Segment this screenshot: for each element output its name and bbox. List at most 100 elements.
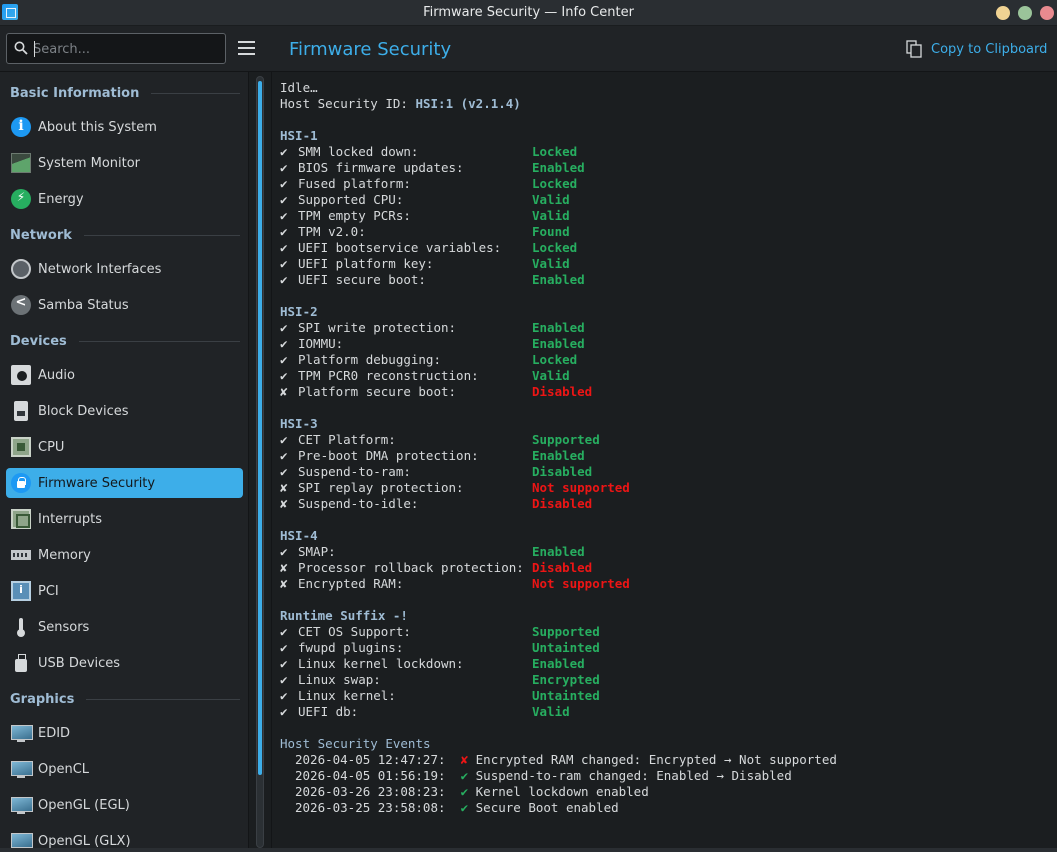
hsi-check-value: Encrypted <box>532 672 600 687</box>
hsi-check-name: BIOS firmware updates: <box>298 160 464 175</box>
sidebar-item-interrupts[interactable]: Interrupts <box>6 504 243 534</box>
hsi-check-row: ✔ BIOS firmware updates: Enabled <box>280 160 1040 176</box>
hsi-check-value: Disabled <box>532 464 593 479</box>
hsi-check-name: TPM PCR0 reconstruction: <box>298 368 479 383</box>
hsi-check-name: Platform secure boot: <box>298 384 457 399</box>
title-bar: Firmware Security — Info Center <box>0 0 1057 26</box>
hsi-check-value: Valid <box>532 208 570 223</box>
hsi-check-name: TPM empty PCRs: <box>298 208 411 223</box>
hsi-check-value: Locked <box>532 144 578 159</box>
check-mark-icon: ✔ <box>280 320 288 335</box>
hsi-check-name: Linux kernel: <box>298 688 396 703</box>
event-message: Kernel lockdown enabled <box>475 784 649 799</box>
sidebar-item-samba-status[interactable]: Samba Status <box>6 290 243 320</box>
copy-icon <box>906 40 922 58</box>
sidebar-item-opencl[interactable]: OpenCL <box>6 754 243 784</box>
check-mark-icon: ✔ <box>280 144 288 159</box>
hsi-check-row: ✘ Suspend-to-idle: Disabled <box>280 496 1040 512</box>
sidebar-item-pci[interactable]: PCI <box>6 576 243 606</box>
hsi-check-value: Enabled <box>532 320 585 335</box>
host-security-id-label: Host Security ID: <box>280 96 416 111</box>
sidebar-item-network-interfaces[interactable]: Network Interfaces <box>6 254 243 284</box>
sidebar-item-about-this-system[interactable]: About this System <box>6 112 243 142</box>
status-text: Idle… <box>280 80 318 95</box>
hsi-check-value: Supported <box>532 432 600 447</box>
hsi-check-row: ✘ Processor rollback protection: Disabled <box>280 560 1040 576</box>
hamburger-menu-icon[interactable] <box>238 41 255 55</box>
hsi-check-row: ✔ SMM locked down: Locked <box>280 144 1040 160</box>
check-mark-icon: ✔ <box>460 768 469 783</box>
hsi-check-value: Valid <box>532 192 570 207</box>
event-row: 2026-03-26 23:08:23: ✔ Kernel lockdown e… <box>295 784 649 800</box>
sidebar-item-system-monitor[interactable]: System Monitor <box>6 148 243 178</box>
sidebar-item-edid[interactable]: EDID <box>6 718 243 748</box>
search-icon <box>14 41 28 55</box>
hsi-check-row: ✔ IOMMU: Enabled <box>280 336 1040 352</box>
check-mark-icon: ✔ <box>460 784 469 799</box>
hsi-check-row: ✔ UEFI platform key: Valid <box>280 256 1040 272</box>
check-mark-icon: ✔ <box>280 624 288 639</box>
hsi-check-row: ✔ Suspend-to-ram: Disabled <box>280 464 1040 480</box>
minimize-button[interactable] <box>996 6 1010 20</box>
hsi-check-name: Encrypted RAM: <box>298 576 404 591</box>
hsi-check-row: ✔ Linux kernel lockdown: Enabled <box>280 656 1040 672</box>
close-button[interactable] <box>1040 6 1054 20</box>
hsi-group-title: HSI-4 <box>280 528 318 543</box>
check-mark-icon: ✔ <box>280 448 288 463</box>
firmware-security-report: Idle… Host Security ID: HSI:1 (v2.1.4) H… <box>271 72 1057 852</box>
interrupts-icon <box>11 509 31 529</box>
hsi-check-row: ✔ CET OS Support: Supported <box>280 624 1040 640</box>
hsi-check-row: ✔ Platform debugging: Locked <box>280 352 1040 368</box>
hsi-group-title: Runtime Suffix -! <box>280 608 408 623</box>
hsi-check-row: ✔ SMAP: Enabled <box>280 544 1040 560</box>
sidebar-item-cpu[interactable]: CPU <box>6 432 243 462</box>
toolbar: Firmware Security Copy to Clipboard <box>0 26 1057 72</box>
hsi-check-row: ✔ Linux swap: Encrypted <box>280 672 1040 688</box>
check-mark-icon: ✔ <box>280 704 288 719</box>
hsi-check-value: Disabled <box>532 496 593 511</box>
check-mark-icon: ✔ <box>280 240 288 255</box>
copy-to-clipboard-button[interactable]: Copy to Clipboard <box>906 38 1047 60</box>
hsi-check-value: Untainted <box>532 688 600 703</box>
page-title: Firmware Security <box>289 39 452 60</box>
sidebar-item-energy[interactable]: Energy <box>6 184 243 214</box>
event-message: Encrypted RAM changed: Encrypted → Not s… <box>475 752 837 767</box>
sidebar-item-sensors[interactable]: Sensors <box>6 612 243 642</box>
sidebar-item-opengl-egl[interactable]: OpenGL (EGL) <box>6 790 243 820</box>
hsi-check-name: SPI write protection: <box>298 320 457 335</box>
event-timestamp: 2026-04-05 01:56:19: <box>295 768 446 783</box>
hsi-check-row: ✘ Encrypted RAM: Not supported <box>280 576 1040 592</box>
hsi-check-value: Enabled <box>532 656 585 671</box>
hsi-check-value: Disabled <box>532 560 593 575</box>
sidebar-item-audio[interactable]: Audio <box>6 360 243 390</box>
maximize-button[interactable] <box>1018 6 1032 20</box>
window-bottom-edge <box>0 848 1057 852</box>
hsi-group-title: HSI-1 <box>280 128 318 143</box>
usb-icon <box>14 653 28 673</box>
cross-mark-icon: ✘ <box>280 480 288 495</box>
system-monitor-icon <box>11 153 31 173</box>
sidebar-scrollbar-thumb[interactable] <box>258 81 262 775</box>
cross-mark-icon: ✘ <box>280 576 288 591</box>
check-mark-icon: ✔ <box>280 464 288 479</box>
sidebar-scrollbar[interactable] <box>256 76 264 848</box>
check-mark-icon: ✔ <box>280 224 288 239</box>
hsi-check-value: Enabled <box>532 336 585 351</box>
hsi-check-value: Locked <box>532 352 578 367</box>
cross-mark-icon: ✘ <box>280 384 288 399</box>
hsi-check-name: Platform debugging: <box>298 352 441 367</box>
sidebar-item-memory[interactable]: Memory <box>6 540 243 570</box>
hsi-check-value: Untainted <box>532 640 600 655</box>
event-row: 2026-03-25 23:58:08: ✔ Secure Boot enabl… <box>295 800 619 816</box>
sidebar-item-usb-devices[interactable]: USB Devices <box>6 648 243 678</box>
hsi-check-row: ✘ Platform secure boot: Disabled <box>280 384 1040 400</box>
lock-icon <box>11 473 31 493</box>
sidebar-item-firmware-security[interactable]: Firmware Security <box>6 468 243 498</box>
search-input[interactable] <box>33 39 219 59</box>
search-box[interactable] <box>6 33 226 64</box>
hsi-check-value: Supported <box>532 624 600 639</box>
sidebar-item-block-devices[interactable]: Block Devices <box>6 396 243 426</box>
hsi-check-name: SMM locked down: <box>298 144 419 159</box>
event-timestamp: 2026-03-26 23:08:23: <box>295 784 446 799</box>
event-row: 2026-04-05 12:47:27: ✘ Encrypted RAM cha… <box>295 752 837 768</box>
